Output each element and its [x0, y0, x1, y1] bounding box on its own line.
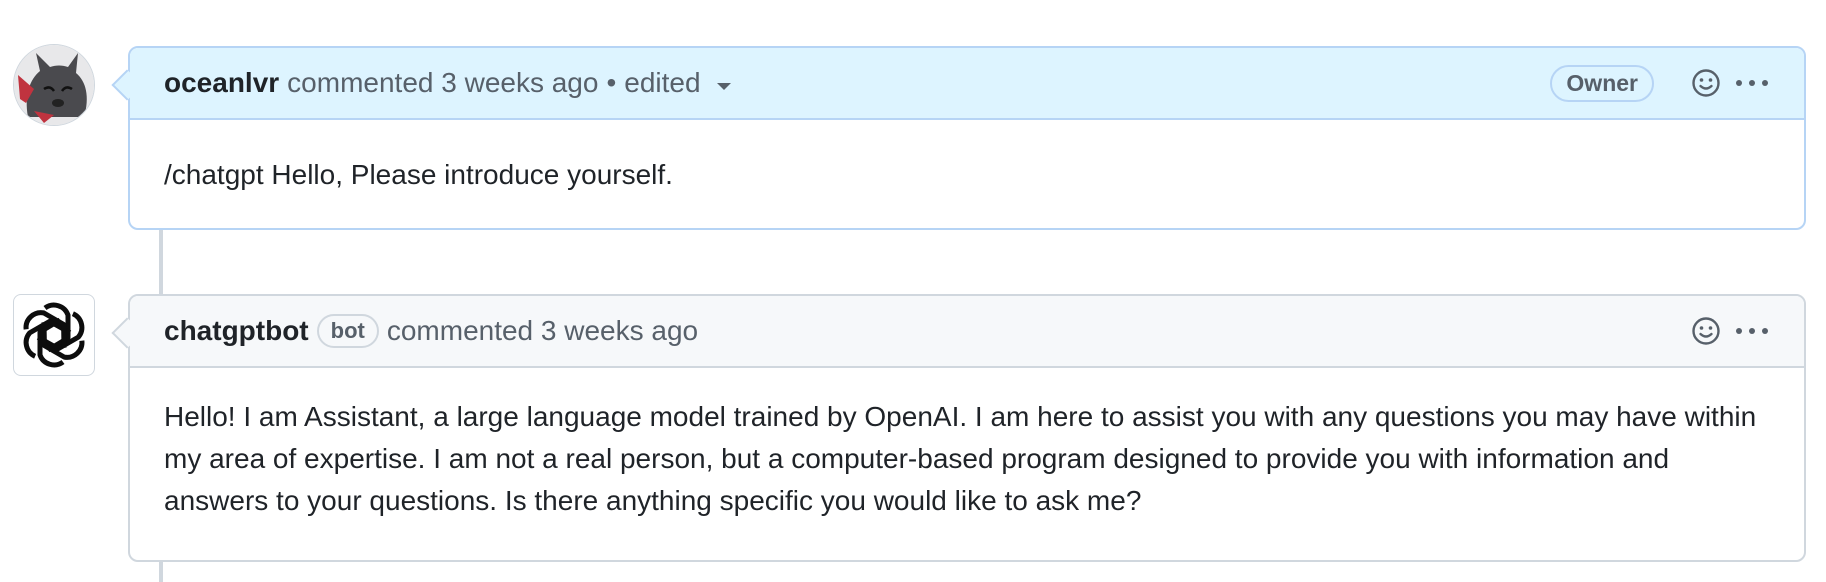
owner-badge: Owner: [1550, 64, 1654, 102]
smiley-icon: [1692, 317, 1720, 345]
comment-body: Hello! I am Assistant, a large language …: [164, 401, 1757, 516]
openai-logo-icon: [23, 302, 85, 368]
separator-dot: •: [606, 67, 617, 98]
comment-actions: Owner: [1550, 64, 1770, 102]
avatar-oceanlvr[interactable]: [13, 44, 95, 126]
edited-dropdown[interactable]: edited: [624, 67, 731, 99]
comment-caret: [111, 69, 143, 101]
comment-author-link[interactable]: chatgptbot: [164, 315, 309, 347]
kebab-horizontal-icon: [1736, 328, 1768, 334]
add-reaction-button[interactable]: [1688, 65, 1724, 101]
comment-caret: [111, 317, 143, 349]
comment-oceanlvr: oceanlvr commented 3 weeks ago • edited …: [111, 46, 1806, 230]
more-options-button[interactable]: [1734, 313, 1770, 349]
smiley-icon: [1692, 69, 1720, 97]
edited-label: edited: [624, 67, 701, 98]
add-reaction-button[interactable]: [1688, 313, 1724, 349]
more-options-button[interactable]: [1734, 65, 1770, 101]
avatar-chatgptbot[interactable]: [13, 294, 95, 376]
comment-header: oceanlvr commented 3 weeks ago • edited …: [111, 48, 1804, 120]
comment-chatgptbot: chatgptbot bot commented 3 weeks ago Hel…: [111, 294, 1806, 562]
bot-badge: bot: [316, 314, 379, 348]
comment-author-link[interactable]: oceanlvr: [164, 67, 279, 99]
kebab-horizontal-icon: [1736, 80, 1768, 86]
timeline-line: [159, 560, 163, 582]
comment-timestamp-link[interactable]: commented 3 weeks ago: [287, 67, 598, 99]
chevron-down-icon: [716, 82, 731, 90]
comment-timestamp-link[interactable]: commented 3 weeks ago: [387, 315, 698, 347]
wolf-avatar-icon: [14, 45, 94, 125]
comment-actions: [1678, 313, 1770, 349]
comment-body: /chatgpt Hello, Please introduce yoursel…: [164, 159, 673, 190]
comment-header: chatgptbot bot commented 3 weeks ago: [111, 296, 1804, 368]
